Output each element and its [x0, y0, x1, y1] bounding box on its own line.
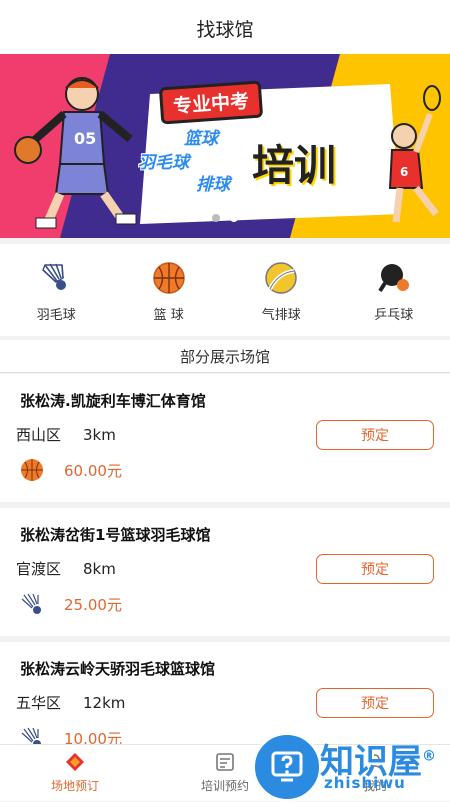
banner-headline: 培训 [252, 132, 336, 193]
watermark-subtext: zhishiwu [324, 774, 406, 792]
banner-sport-badminton: 羽毛球 [138, 148, 189, 173]
page-header: 找球馆 [0, 0, 450, 56]
venue-distance: 12km [83, 694, 125, 712]
svg-text:05: 05 [74, 129, 96, 148]
shuttlecock-icon [20, 592, 44, 616]
venue-name: 张松涛.凯旋利车博汇体育馆 [20, 390, 206, 411]
section-title: 部分展示场馆 [0, 340, 450, 373]
promo-banner[interactable]: 05 6 专业中考 篮球 羽毛球 排球 培训 [0, 54, 450, 238]
venue-price: 25.00元 [64, 594, 122, 615]
pagination-dot[interactable] [212, 214, 220, 222]
category-label: 篮 球 [154, 304, 184, 323]
venue-name: 张松涛云岭天骄羽毛球篮球馆 [20, 658, 215, 679]
ping-pong-icon [376, 260, 412, 296]
banner-artwork: 05 6 [0, 54, 450, 238]
category-basketball[interactable]: 篮 球 [113, 244, 226, 336]
category-badminton[interactable]: 羽毛球 [0, 244, 113, 336]
reserve-button[interactable]: 预定 [316, 688, 434, 718]
category-label: 羽毛球 [37, 304, 76, 323]
page-title: 找球馆 [196, 15, 253, 42]
banner-pagination [0, 214, 450, 222]
tab-venue-booking[interactable]: 场地预订 [0, 745, 150, 801]
shuttlecock-icon [38, 260, 74, 296]
basketball-icon [20, 458, 44, 482]
venue-price: 60.00元 [64, 460, 122, 481]
watermark-logo-icon [252, 732, 322, 802]
venue-district: 官渡区 [16, 560, 61, 578]
tab-label: 场地预订 [51, 777, 99, 794]
venue-location: 官渡区 8km [16, 558, 138, 579]
training-icon [214, 751, 236, 773]
banner-tag: 专业中考 [159, 80, 263, 124]
category-air-volleyball[interactable]: 气排球 [225, 244, 338, 336]
venue-district: 西山区 [16, 426, 61, 444]
svg-text:6: 6 [400, 165, 408, 179]
pagination-dot-active[interactable] [230, 214, 238, 222]
reserve-button[interactable]: 预定 [316, 420, 434, 450]
venue-icon [64, 751, 86, 773]
reserve-button[interactable]: 预定 [316, 554, 434, 584]
volleyball-icon [263, 260, 299, 296]
section-title-text: 部分展示场馆 [180, 346, 270, 367]
venue-location: 西山区 3km [16, 424, 138, 445]
venue-card[interactable]: 张松涛.凯旋利车博汇体育馆 西山区 3km 预定 60.00元 [0, 374, 450, 502]
banner-sport-basketball: 篮球 [184, 124, 218, 149]
venue-distance: 3km [83, 426, 116, 444]
venue-card[interactable]: 张松涛岔街1号篮球羽毛球馆 官渡区 8km 预定 25.00元 [0, 508, 450, 636]
tab-label: 培训预约 [201, 777, 249, 794]
venue-district: 五华区 [16, 694, 61, 712]
watermark: 知识屋® zhishiwu [250, 730, 450, 800]
venue-name: 张松涛岔街1号篮球羽毛球馆 [20, 524, 210, 545]
basketball-icon [151, 260, 187, 296]
category-label: 乒乓球 [374, 304, 413, 323]
category-row: 羽毛球 篮 球 气排球 乒乓球 [0, 244, 450, 336]
banner-sport-volleyball: 排球 [196, 170, 230, 195]
category-ping-pong[interactable]: 乒乓球 [338, 244, 450, 336]
venue-location: 五华区 12km [16, 692, 147, 713]
venue-distance: 8km [83, 560, 116, 578]
category-label: 气排球 [262, 304, 301, 323]
